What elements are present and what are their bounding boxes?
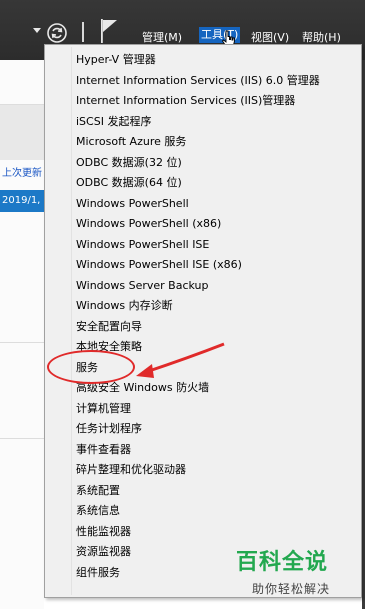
tools-dropdown-menu: Hyper-V 管理器 Internet Information Services… — [44, 44, 362, 598]
tools-menu-item[interactable]: 资源监视器 — [76, 542, 131, 562]
dropdown-arrow-icon[interactable] — [33, 28, 41, 33]
tools-menu-item[interactable]: 系统信息 — [76, 501, 120, 521]
tools-menu-item[interactable]: 安全配置向导 — [76, 317, 142, 337]
menu-icon-gutter — [71, 47, 72, 595]
tools-menu-item[interactable]: iSCSI 发起程序 — [76, 112, 151, 132]
annotation-arrow-icon — [136, 342, 225, 378]
tools-menu-item[interactable]: Windows PowerShell ISE — [76, 235, 209, 255]
watermark-subtitle: 助你轻松解决 — [252, 582, 331, 596]
tools-menu-item[interactable]: Windows PowerShell — [76, 194, 189, 214]
menu-manage[interactable]: 管理(M) — [142, 29, 182, 45]
tools-menu-item[interactable]: 碎片整理和优化驱动器 — [76, 460, 186, 480]
divider — [0, 342, 44, 343]
tools-menu-item[interactable]: ODBC 数据源(32 位) — [76, 153, 182, 173]
selected-row[interactable]: 2019/1, — [0, 190, 44, 212]
tools-menu-item[interactable]: 事件查看器 — [76, 440, 131, 460]
divider — [0, 438, 44, 439]
tools-menu-item[interactable]: Internet Information Services (IIS) 6.0 … — [76, 71, 320, 91]
tools-menu-item[interactable]: 组件服务 — [76, 563, 120, 583]
tools-menu-item[interactable]: 系统配置 — [76, 481, 120, 501]
tools-menu-item[interactable]: Windows PowerShell (x86) — [76, 214, 221, 234]
background-header-band — [0, 105, 44, 160]
menu-help[interactable]: 帮助(H) — [302, 29, 341, 45]
tools-menu-item[interactable]: Microsoft Azure 服务 — [76, 132, 186, 152]
notifications-flag-icon[interactable] — [99, 18, 119, 44]
tools-menu-item[interactable]: 性能监视器 — [76, 522, 131, 542]
refresh-icon[interactable] — [46, 22, 68, 44]
tools-menu-item[interactable]: 计算机管理 — [76, 399, 131, 419]
toolbar-divider — [82, 22, 84, 42]
highlight-circle — [47, 350, 135, 384]
menu-view[interactable]: 视图(V) — [251, 29, 289, 45]
tools-menu-item[interactable]: Internet Information Services (IIS)管理器 — [76, 91, 295, 111]
tools-menu-item[interactable]: 任务计划程序 — [76, 419, 142, 439]
tools-menu-item[interactable]: Windows Server Backup — [76, 276, 209, 296]
tools-menu-item[interactable]: Windows 内存诊断 — [76, 296, 173, 316]
tools-menu-item[interactable]: Windows PowerShell ISE (x86) — [76, 255, 242, 275]
tools-menu-item[interactable]: ODBC 数据源(64 位) — [76, 173, 182, 193]
tools-menu-item[interactable]: Hyper-V 管理器 — [76, 50, 156, 70]
watermark-logo: 百科全说 助你轻松解决 — [236, 544, 358, 604]
watermark-title: 百科全说 — [236, 550, 329, 575]
last-updated-link[interactable]: 上次更新 — [2, 164, 42, 179]
